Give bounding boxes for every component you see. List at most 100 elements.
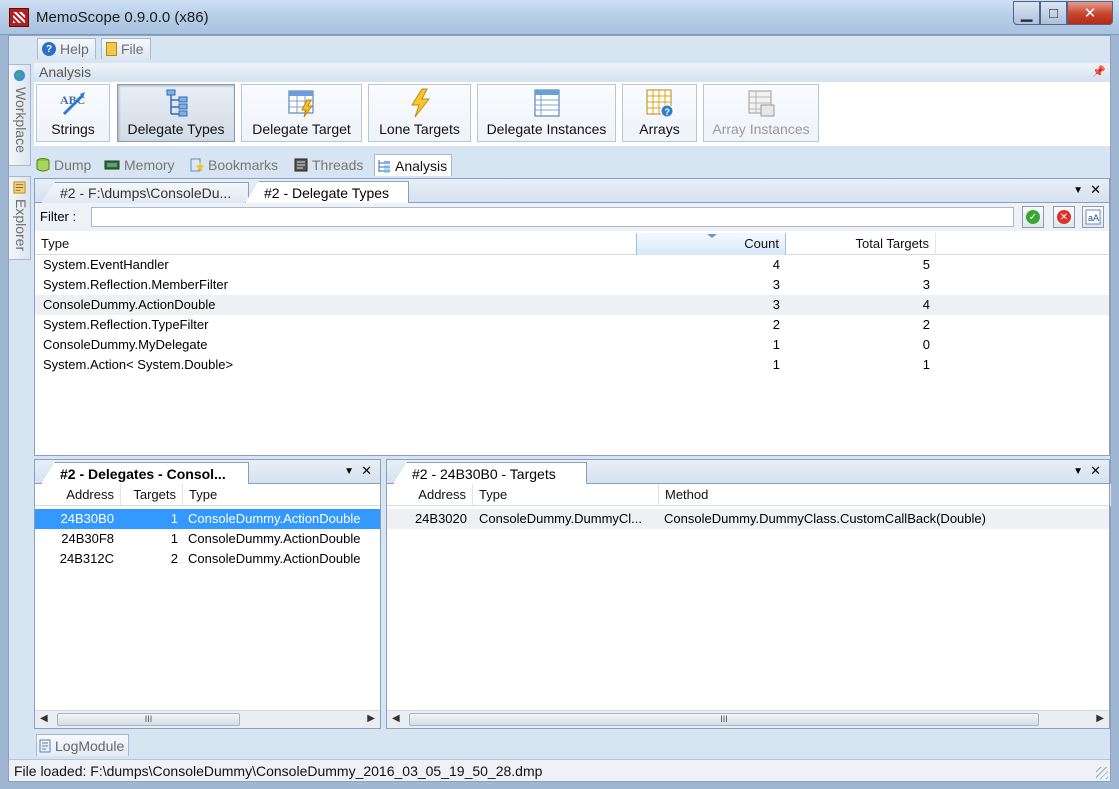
column-header-address[interactable]: Address xyxy=(35,484,121,506)
case-sensitive-toggle[interactable]: aA xyxy=(1082,206,1104,228)
targets-dropdown-icon[interactable]: ▼ xyxy=(1073,466,1083,477)
tab-list-dropdown-icon[interactable]: ▼ xyxy=(1073,185,1083,196)
tab-log-module[interactable]: LogModule xyxy=(36,734,130,756)
delegate-types-button[interactable]: Delegate Types xyxy=(117,84,235,142)
table-row[interactable]: System.Action< System.Double> 1 1 xyxy=(35,355,1109,375)
help-menu[interactable]: ? Help xyxy=(37,38,96,59)
table-row[interactable]: 24B3020 ConsoleDummy.DummyCl... ConsoleDum… xyxy=(387,509,1109,529)
close-tab-icon[interactable]: ✕ xyxy=(1090,182,1101,198)
scroll-left-icon[interactable]: ◀ xyxy=(40,713,48,724)
tab-targets[interactable]: #2 - 24B30B0 - Targets xyxy=(393,462,587,484)
tab-analysis-label: Analysis xyxy=(395,157,448,174)
maximize-button[interactable]: □ xyxy=(1040,1,1067,25)
tab-delegate-types[interactable]: #2 - Delegate Types xyxy=(245,181,409,203)
cell-type: ConsoleDummy.ActionDouble xyxy=(43,297,216,312)
cell-total-targets: 0 xyxy=(922,337,930,352)
column-header-type[interactable]: Type xyxy=(183,484,382,506)
table-row[interactable]: ConsoleDummy.MyDelegate 1 0 xyxy=(35,335,1109,355)
cell-total-targets: 3 xyxy=(922,277,930,292)
scroll-left-icon[interactable]: ◀ xyxy=(392,713,400,724)
analysis-ribbon: ABC Strings Delegate Types Delegate Targ… xyxy=(34,82,1110,146)
grid-query-icon: ? xyxy=(646,89,673,118)
filter-input[interactable] xyxy=(91,207,1014,227)
menu-bar: ? Help File xyxy=(9,36,1110,60)
scroll-right-icon[interactable]: ▶ xyxy=(1096,713,1104,724)
column-header-type[interactable]: Type xyxy=(473,484,659,506)
column-header-total-targets[interactable]: Total Targets xyxy=(786,233,936,255)
minimize-button[interactable]: ▁ xyxy=(1013,1,1040,25)
apply-filter-button[interactable]: ✓ xyxy=(1022,206,1044,228)
tab-bookmarks[interactable]: Bookmarks xyxy=(188,154,282,176)
pin-icon[interactable]: 📌 xyxy=(1092,65,1106,78)
side-tab-workplace[interactable]: Workplace xyxy=(9,64,31,166)
title-bar[interactable]: MemoScope 0.9.0.0 (x86) ▁ □ ✕ xyxy=(0,0,1119,35)
cell-type: System.Reflection.TypeFilter xyxy=(43,317,209,332)
cell-type: System.Action< System.Double> xyxy=(43,357,234,372)
grid-header: Type Count Total Targets xyxy=(35,233,1109,255)
targets-close-icon[interactable]: ✕ xyxy=(1090,463,1101,479)
table-row[interactable]: ConsoleDummy.ActionDouble 3 4 xyxy=(35,295,1109,315)
column-header-count-label: Count xyxy=(744,236,779,251)
scrollbar-thumb[interactable]: III xyxy=(57,713,240,726)
tab-dump[interactable]: Dump xyxy=(34,154,95,176)
resize-grip-icon[interactable] xyxy=(1096,767,1108,779)
tab-delegate-types-label: #2 - Delegate Types xyxy=(264,184,390,201)
cell-address: 24B30F8 xyxy=(61,531,114,546)
column-header-method[interactable]: Method xyxy=(659,484,1111,506)
column-header-address[interactable]: Address xyxy=(387,484,473,506)
column-header-count[interactable]: Count xyxy=(636,233,786,255)
cell-total-targets: 1 xyxy=(922,357,930,372)
delegate-instances-button[interactable]: Delegate Instances xyxy=(477,84,616,142)
tab-memory[interactable]: Memory xyxy=(102,154,179,176)
svg-text:?: ? xyxy=(664,107,670,117)
table-row[interactable]: System.EventHandler 4 5 xyxy=(35,255,1109,275)
array-instances-button[interactable]: Array Instances xyxy=(703,84,819,142)
delegates-dropdown-icon[interactable]: ▼ xyxy=(344,466,354,477)
lone-targets-button[interactable]: Lone Targets xyxy=(368,84,471,142)
column-header-targets[interactable]: Targets xyxy=(121,484,183,506)
list-grid-icon xyxy=(534,89,559,117)
delegates-tab-strip: #2 - Delegates - Consol... ▼ ✕ xyxy=(35,460,380,484)
table-row[interactable]: 24B312C 2 ConsoleDummy.ActionDouble xyxy=(35,549,380,569)
tab-analysis[interactable]: Analysis xyxy=(374,154,453,176)
close-window-button[interactable]: ✕ xyxy=(1067,1,1113,25)
delegate-types-document: #2 - F:\dumps\ConsoleDu... #2 - Delegate… xyxy=(34,178,1110,456)
delegates-pane: #2 - Delegates - Consol... ▼ ✕ Address T… xyxy=(34,459,382,729)
delegate-target-button-label: Delegate Target xyxy=(252,121,351,137)
document-icon xyxy=(39,739,51,752)
strings-button[interactable]: ABC Strings xyxy=(36,84,110,142)
targets-pane: #2 - 24B30B0 - Targets ▼ ✕ Address Type … xyxy=(386,459,1111,729)
scroll-right-icon[interactable]: ▶ xyxy=(367,713,375,724)
file-menu[interactable]: File xyxy=(101,38,151,59)
targets-horizontal-scrollbar[interactable]: ◀ III ▶ xyxy=(387,710,1109,728)
delegate-target-button[interactable]: Delegate Target xyxy=(241,84,362,142)
table-row[interactable]: 24B30B0 1 ConsoleDummy.ActionDouble xyxy=(35,509,380,529)
table-row[interactable]: System.Reflection.TypeFilter 2 2 xyxy=(35,315,1109,335)
tab-dump-document[interactable]: #2 - F:\dumps\ConsoleDu... xyxy=(41,182,249,203)
strings-button-label: Strings xyxy=(51,121,95,137)
filter-bar: Filter : ✓ ✕ aA xyxy=(35,203,1109,231)
abc-text-icon: ABC xyxy=(60,92,85,116)
table-row[interactable]: 24B30F8 1 ConsoleDummy.ActionDouble xyxy=(35,529,380,549)
side-tab-explorer[interactable]: Explorer xyxy=(9,176,31,260)
tree-hierarchy-icon xyxy=(166,89,188,117)
tab-threads[interactable]: Threads xyxy=(292,154,367,176)
arrays-button[interactable]: ? Arrays xyxy=(622,84,697,142)
column-header-type[interactable]: Type xyxy=(35,233,637,255)
cell-targets: 2 xyxy=(170,551,178,566)
delegate-types-rows: System.EventHandler 4 5 System.Reflection.M… xyxy=(35,255,1109,375)
clear-filter-button[interactable]: ✕ xyxy=(1053,206,1075,228)
sort-descending-icon xyxy=(707,234,717,238)
delegates-close-icon[interactable]: ✕ xyxy=(361,463,372,479)
tab-log-module-label: LogModule xyxy=(55,737,125,754)
scrollbar-thumb[interactable]: III xyxy=(409,713,1039,726)
delegate-types-button-label: Delegate Types xyxy=(127,121,225,137)
globe-icon xyxy=(13,69,26,82)
analysis-panel-title: Analysis xyxy=(39,64,92,80)
table-row[interactable]: System.Reflection.MemberFilter 3 3 xyxy=(35,275,1109,295)
cell-count: 4 xyxy=(772,257,780,272)
delegates-horizontal-scrollbar[interactable]: ◀ III ▶ xyxy=(35,710,380,728)
side-tab-explorer-label: Explorer xyxy=(13,199,29,252)
cell-count: 1 xyxy=(772,337,780,352)
tab-delegates[interactable]: #2 - Delegates - Consol... xyxy=(41,462,249,484)
